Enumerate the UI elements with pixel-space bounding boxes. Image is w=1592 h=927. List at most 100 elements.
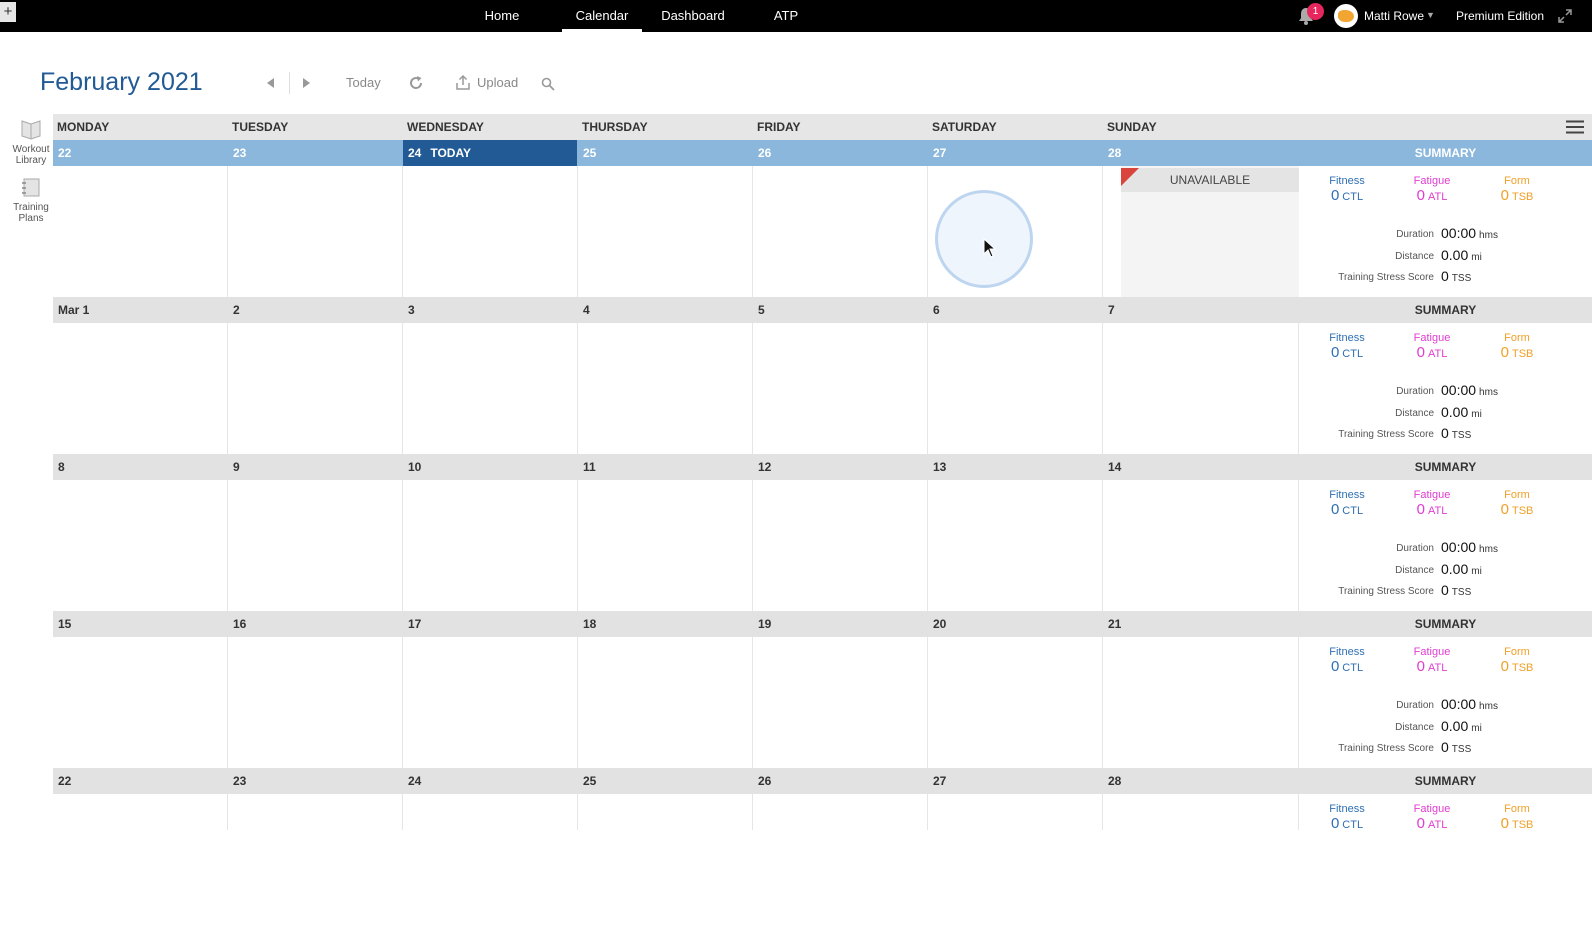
nav-calendar[interactable]: Calendar	[562, 0, 642, 32]
day-number[interactable]: 5	[753, 297, 928, 323]
day-number[interactable]: 23	[228, 140, 403, 166]
day-cell[interactable]	[753, 794, 928, 830]
day-cell[interactable]	[753, 637, 928, 770]
day-cell[interactable]	[578, 166, 753, 299]
day-number[interactable]: 22	[53, 768, 228, 794]
day-cell[interactable]	[578, 637, 753, 770]
day-number[interactable]: 3	[403, 297, 578, 323]
date-strip: Mar 1 2 3 4 5 6 7 SUMMARY	[53, 297, 1592, 323]
hamburger-menu-icon[interactable]	[1566, 120, 1584, 134]
day-number[interactable]: 10	[403, 454, 578, 480]
day-number-label: 28	[1108, 774, 1122, 788]
day-number[interactable]: 28	[1103, 768, 1299, 794]
day-number-label: 15	[58, 617, 72, 631]
day-number[interactable]: 14	[1103, 454, 1299, 480]
upload-button[interactable]: Upload	[477, 75, 518, 90]
day-number[interactable]: 9	[228, 454, 403, 480]
day-number[interactable]: 18	[578, 611, 753, 637]
day-number[interactable]: 16	[228, 611, 403, 637]
rail-label: Training	[13, 202, 49, 213]
weekday-label: WEDNESDAY	[407, 120, 484, 134]
day-cell[interactable]	[403, 637, 578, 770]
day-number[interactable]: 20	[928, 611, 1103, 637]
day-number[interactable]: 28	[1103, 140, 1299, 166]
add-button[interactable]: +	[0, 2, 16, 22]
day-number[interactable]: 25	[578, 768, 753, 794]
day-cell[interactable]	[753, 166, 928, 299]
day-cell[interactable]	[578, 480, 753, 613]
day-cell[interactable]	[228, 323, 403, 456]
fatigue-metric: Fatigue 0 ATL	[1392, 646, 1472, 677]
day-number[interactable]: 8	[53, 454, 228, 480]
upload-icon[interactable]	[455, 74, 471, 90]
day-number[interactable]: 27	[928, 768, 1103, 794]
workout-library-button[interactable]: Workout Library	[6, 120, 56, 166]
day-number[interactable]: 11	[578, 454, 753, 480]
day-cell[interactable]	[578, 794, 753, 830]
day-number[interactable]: 15	[53, 611, 228, 637]
unavailable-day[interactable]: UNAVAILABLE	[1121, 166, 1299, 299]
day-cell[interactable]	[228, 794, 403, 830]
day-cell[interactable]	[1103, 637, 1299, 770]
day-cell[interactable]	[228, 166, 403, 299]
day-cell[interactable]	[928, 637, 1103, 770]
day-number[interactable]: 24 TODAY	[403, 140, 577, 166]
avatar[interactable]	[1334, 4, 1358, 28]
calendar-week: 15 16 17 18 19 20 21 SUMMARY Fitness 0 CTL Fatigue 0…	[53, 611, 1592, 770]
search-icon[interactable]	[541, 77, 555, 91]
day-cell[interactable]	[403, 166, 578, 299]
day-number[interactable]: 22	[53, 140, 228, 166]
day-number[interactable]: 26	[753, 768, 928, 794]
day-number[interactable]: 24	[403, 768, 578, 794]
day-cell[interactable]	[1103, 480, 1299, 613]
day-cell[interactable]	[228, 480, 403, 613]
day-cell[interactable]	[928, 794, 1103, 830]
day-number[interactable]: 6	[928, 297, 1103, 323]
day-cell[interactable]	[403, 323, 578, 456]
chevron-left-icon[interactable]	[265, 77, 275, 89]
day-number[interactable]: 19	[753, 611, 928, 637]
day-cell[interactable]	[403, 480, 578, 613]
edition-label[interactable]: Premium Edition	[1456, 0, 1544, 32]
user-name[interactable]: Matti Rowe	[1364, 0, 1424, 32]
nav-home[interactable]: Home	[482, 0, 522, 32]
today-button[interactable]: Today	[346, 75, 381, 90]
day-cell[interactable]	[1103, 323, 1299, 456]
nav-dashboard[interactable]: Dashboard	[660, 0, 726, 32]
day-cell[interactable]	[53, 637, 228, 770]
day-cell[interactable]	[753, 323, 928, 456]
day-cell[interactable]	[578, 323, 753, 456]
day-number[interactable]: 17	[403, 611, 578, 637]
day-number[interactable]: 21	[1103, 611, 1299, 637]
day-number[interactable]: Mar 1	[53, 297, 228, 323]
refresh-icon[interactable]	[408, 75, 424, 91]
fitness-metric: Fitness 0 CTL	[1307, 646, 1387, 677]
day-cell[interactable]	[928, 323, 1103, 456]
day-cell[interactable]	[753, 480, 928, 613]
day-number[interactable]: 4	[578, 297, 753, 323]
day-number[interactable]: 27	[928, 140, 1103, 166]
day-number[interactable]: 23	[228, 768, 403, 794]
day-cell[interactable]	[228, 637, 403, 770]
nav-atp[interactable]: ATP	[771, 0, 801, 32]
duration-unit: hms	[1479, 544, 1498, 555]
day-cell[interactable]	[53, 480, 228, 613]
day-number[interactable]: 26	[753, 140, 928, 166]
training-plans-button[interactable]: Training Plans	[6, 178, 56, 224]
day-cell[interactable]	[53, 166, 228, 299]
day-cell[interactable]	[53, 794, 228, 830]
day-number[interactable]: 7	[1103, 297, 1299, 323]
chevron-down-icon[interactable]: ▼	[1426, 0, 1435, 30]
day-cell[interactable]	[53, 323, 228, 456]
day-number[interactable]: 13	[928, 454, 1103, 480]
day-cell[interactable]	[928, 480, 1103, 613]
day-number[interactable]: 25	[578, 140, 753, 166]
day-number[interactable]: 2	[228, 297, 403, 323]
fatigue-value: 0 ATL	[1392, 501, 1472, 520]
chevron-right-icon[interactable]	[302, 77, 312, 89]
day-cell[interactable]	[1103, 794, 1299, 830]
day-cell[interactable]	[403, 794, 578, 830]
expand-icon[interactable]	[1557, 8, 1573, 24]
calendar-week: 22 23 24 25 26 27 28 SUMMARY Fitness 0 CTL Fatigue 0…	[53, 768, 1592, 832]
day-number[interactable]: 12	[753, 454, 928, 480]
